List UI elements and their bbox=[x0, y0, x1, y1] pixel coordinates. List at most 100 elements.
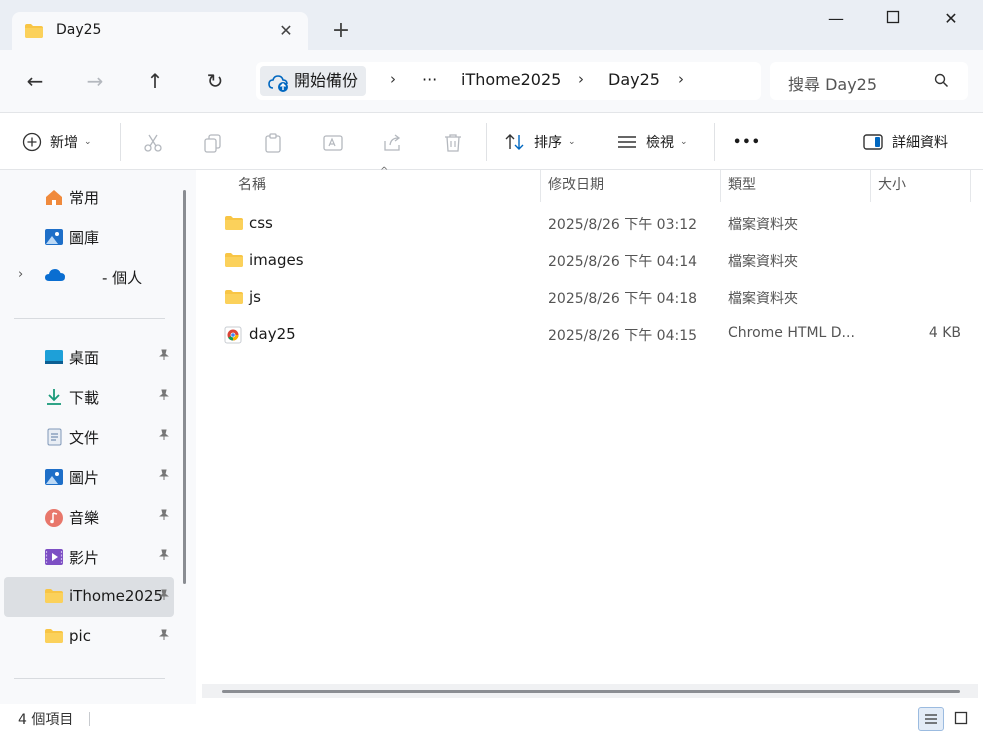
file-row[interactable]: images 2025/8/26 下午 04:14 檔案資料夾 bbox=[216, 243, 976, 279]
sidebar-item-label: 圖片 bbox=[69, 469, 100, 487]
sidebar-scrollbar[interactable] bbox=[183, 190, 186, 584]
sidebar-item-downloads[interactable]: 下載 bbox=[4, 377, 174, 417]
more-options-button[interactable]: ••• bbox=[733, 130, 761, 154]
download-icon bbox=[44, 388, 64, 410]
sidebar-item-home[interactable]: 常用 bbox=[4, 177, 174, 217]
breadcrumb-item-day25[interactable]: Day25 bbox=[608, 70, 660, 89]
share-icon[interactable] bbox=[382, 132, 404, 154]
column-header-modified[interactable]: 修改日期 bbox=[548, 170, 604, 204]
details-pane-button[interactable]: 詳細資料 bbox=[862, 130, 948, 154]
horizontal-scrollbar[interactable] bbox=[202, 684, 978, 698]
pin-icon[interactable] bbox=[158, 629, 170, 644]
chevron-right-icon[interactable]: › bbox=[578, 70, 584, 88]
sidebar-item-music[interactable]: 音樂 bbox=[4, 497, 174, 537]
pictures-icon bbox=[44, 468, 64, 490]
column-header-size[interactable]: 大小 bbox=[878, 170, 906, 204]
sidebar-item-pic[interactable]: pic bbox=[4, 617, 174, 657]
details-view-button[interactable] bbox=[918, 707, 944, 731]
chevron-right-icon[interactable]: › bbox=[678, 70, 684, 88]
sidebar-item-documents[interactable]: 文件 bbox=[4, 417, 174, 457]
details-pane-label: 詳細資料 bbox=[892, 135, 948, 151]
back-button[interactable]: ← bbox=[22, 68, 48, 94]
chevron-right-icon[interactable]: › bbox=[390, 70, 396, 88]
sidebar-item-onedrive[interactable]: › - 個人 bbox=[4, 257, 174, 297]
item-count: 4 個項目 bbox=[18, 712, 74, 728]
rename-icon[interactable] bbox=[322, 132, 344, 154]
sidebar-item-gallery[interactable]: 圖庫 bbox=[4, 217, 174, 257]
file-row[interactable]: day25 2025/8/26 下午 04:15 Chrome HTML D..… bbox=[216, 317, 976, 353]
file-type: 檔案資料夾 bbox=[728, 254, 798, 270]
gallery-icon bbox=[44, 228, 64, 250]
file-modified: 2025/8/26 下午 04:18 bbox=[548, 291, 698, 307]
pin-icon[interactable] bbox=[158, 589, 170, 604]
pin-icon[interactable] bbox=[158, 469, 170, 484]
home-icon bbox=[44, 188, 64, 210]
file-modified: 2025/8/26 下午 04:14 bbox=[548, 254, 698, 270]
sidebar-item-label: pic bbox=[69, 627, 91, 645]
divider bbox=[714, 123, 715, 161]
new-button[interactable]: 新增 ⌄ bbox=[22, 130, 92, 154]
cut-icon[interactable] bbox=[142, 132, 164, 154]
forward-button[interactable]: → bbox=[82, 68, 108, 94]
file-row[interactable]: js 2025/8/26 下午 04:18 檔案資料夾 bbox=[216, 280, 976, 316]
address-row: ← → ↑ ↻ 開始備份 › ··· iThome2025 › Day25 › … bbox=[0, 50, 983, 112]
column-header-type[interactable]: 類型 bbox=[728, 170, 756, 204]
pin-icon[interactable] bbox=[158, 429, 170, 444]
sidebar-item-label: 音樂 bbox=[69, 509, 100, 527]
sidebar-item-label: 常用 bbox=[69, 189, 100, 207]
copy-icon[interactable] bbox=[202, 132, 224, 154]
breadcrumb[interactable]: 開始備份 › ··· iThome2025 › Day25 › bbox=[256, 62, 761, 100]
sidebar-item-label: 文件 bbox=[69, 429, 100, 447]
minimize-button[interactable]: — bbox=[825, 8, 847, 30]
refresh-button[interactable]: ↻ bbox=[202, 68, 228, 94]
title-bar: Day25 ✕ + — ✕ bbox=[0, 0, 983, 50]
pin-icon[interactable] bbox=[158, 549, 170, 564]
chrome-html-icon bbox=[224, 326, 242, 348]
file-modified: 2025/8/26 下午 04:15 bbox=[548, 328, 698, 344]
folder-icon bbox=[224, 252, 244, 272]
breadcrumb-root[interactable]: 開始備份 bbox=[260, 66, 367, 96]
sort-icon bbox=[505, 134, 524, 150]
up-button[interactable]: ↑ bbox=[142, 68, 168, 94]
divider bbox=[486, 123, 487, 161]
close-window-button[interactable]: ✕ bbox=[940, 8, 962, 30]
sidebar-item-label: 下載 bbox=[69, 389, 100, 407]
file-row[interactable]: css 2025/8/26 下午 03:12 檔案資料夾 bbox=[216, 206, 976, 242]
file-type: Chrome HTML D... bbox=[728, 325, 855, 341]
new-tab-button[interactable]: + bbox=[330, 20, 352, 42]
column-divider[interactable] bbox=[720, 170, 721, 202]
breadcrumb-item-ithome2025[interactable]: iThome2025 bbox=[461, 70, 561, 89]
column-divider[interactable] bbox=[870, 170, 871, 202]
search-input[interactable]: 搜尋 Day25 bbox=[788, 71, 877, 95]
column-divider[interactable] bbox=[970, 170, 971, 202]
pin-icon[interactable] bbox=[158, 389, 170, 404]
sidebar-item-desktop[interactable]: 桌面 bbox=[4, 337, 174, 377]
paste-icon[interactable] bbox=[262, 132, 284, 154]
close-tab-icon[interactable]: ✕ bbox=[276, 21, 296, 41]
breadcrumb-ellipsis[interactable]: ··· bbox=[422, 70, 437, 89]
chevron-right-icon[interactable]: › bbox=[18, 267, 23, 282]
sort-button[interactable]: 排序 ⌄ bbox=[504, 130, 576, 154]
pin-icon[interactable] bbox=[158, 509, 170, 524]
search-icon[interactable] bbox=[934, 73, 949, 92]
search-box[interactable]: 搜尋 Day25 bbox=[770, 62, 968, 100]
file-size: 4 KB bbox=[928, 325, 961, 341]
pin-icon[interactable] bbox=[158, 349, 170, 364]
file-name: css bbox=[249, 214, 273, 232]
sidebar-item-ithome2025[interactable]: iThome2025 bbox=[4, 577, 174, 617]
tab-day25[interactable]: Day25 ✕ bbox=[12, 12, 308, 50]
desktop-icon bbox=[44, 348, 64, 370]
sidebar-item-pictures[interactable]: 圖片 bbox=[4, 457, 174, 497]
folder-icon bbox=[224, 289, 244, 309]
column-header-name[interactable]: 名稱 bbox=[238, 170, 266, 204]
maximize-button[interactable] bbox=[882, 8, 904, 30]
details-view-icon bbox=[925, 714, 937, 724]
onedrive-cloud-icon bbox=[44, 268, 66, 286]
sidebar-item-videos[interactable]: 影片 bbox=[4, 537, 174, 577]
tiles-view-button[interactable] bbox=[949, 707, 975, 731]
view-button[interactable]: 檢視 ⌄ bbox=[616, 130, 688, 154]
scrollbar-thumb[interactable] bbox=[222, 690, 960, 693]
new-button-label: 新增 bbox=[50, 135, 78, 151]
delete-icon[interactable] bbox=[442, 132, 464, 154]
column-divider[interactable] bbox=[540, 170, 541, 202]
